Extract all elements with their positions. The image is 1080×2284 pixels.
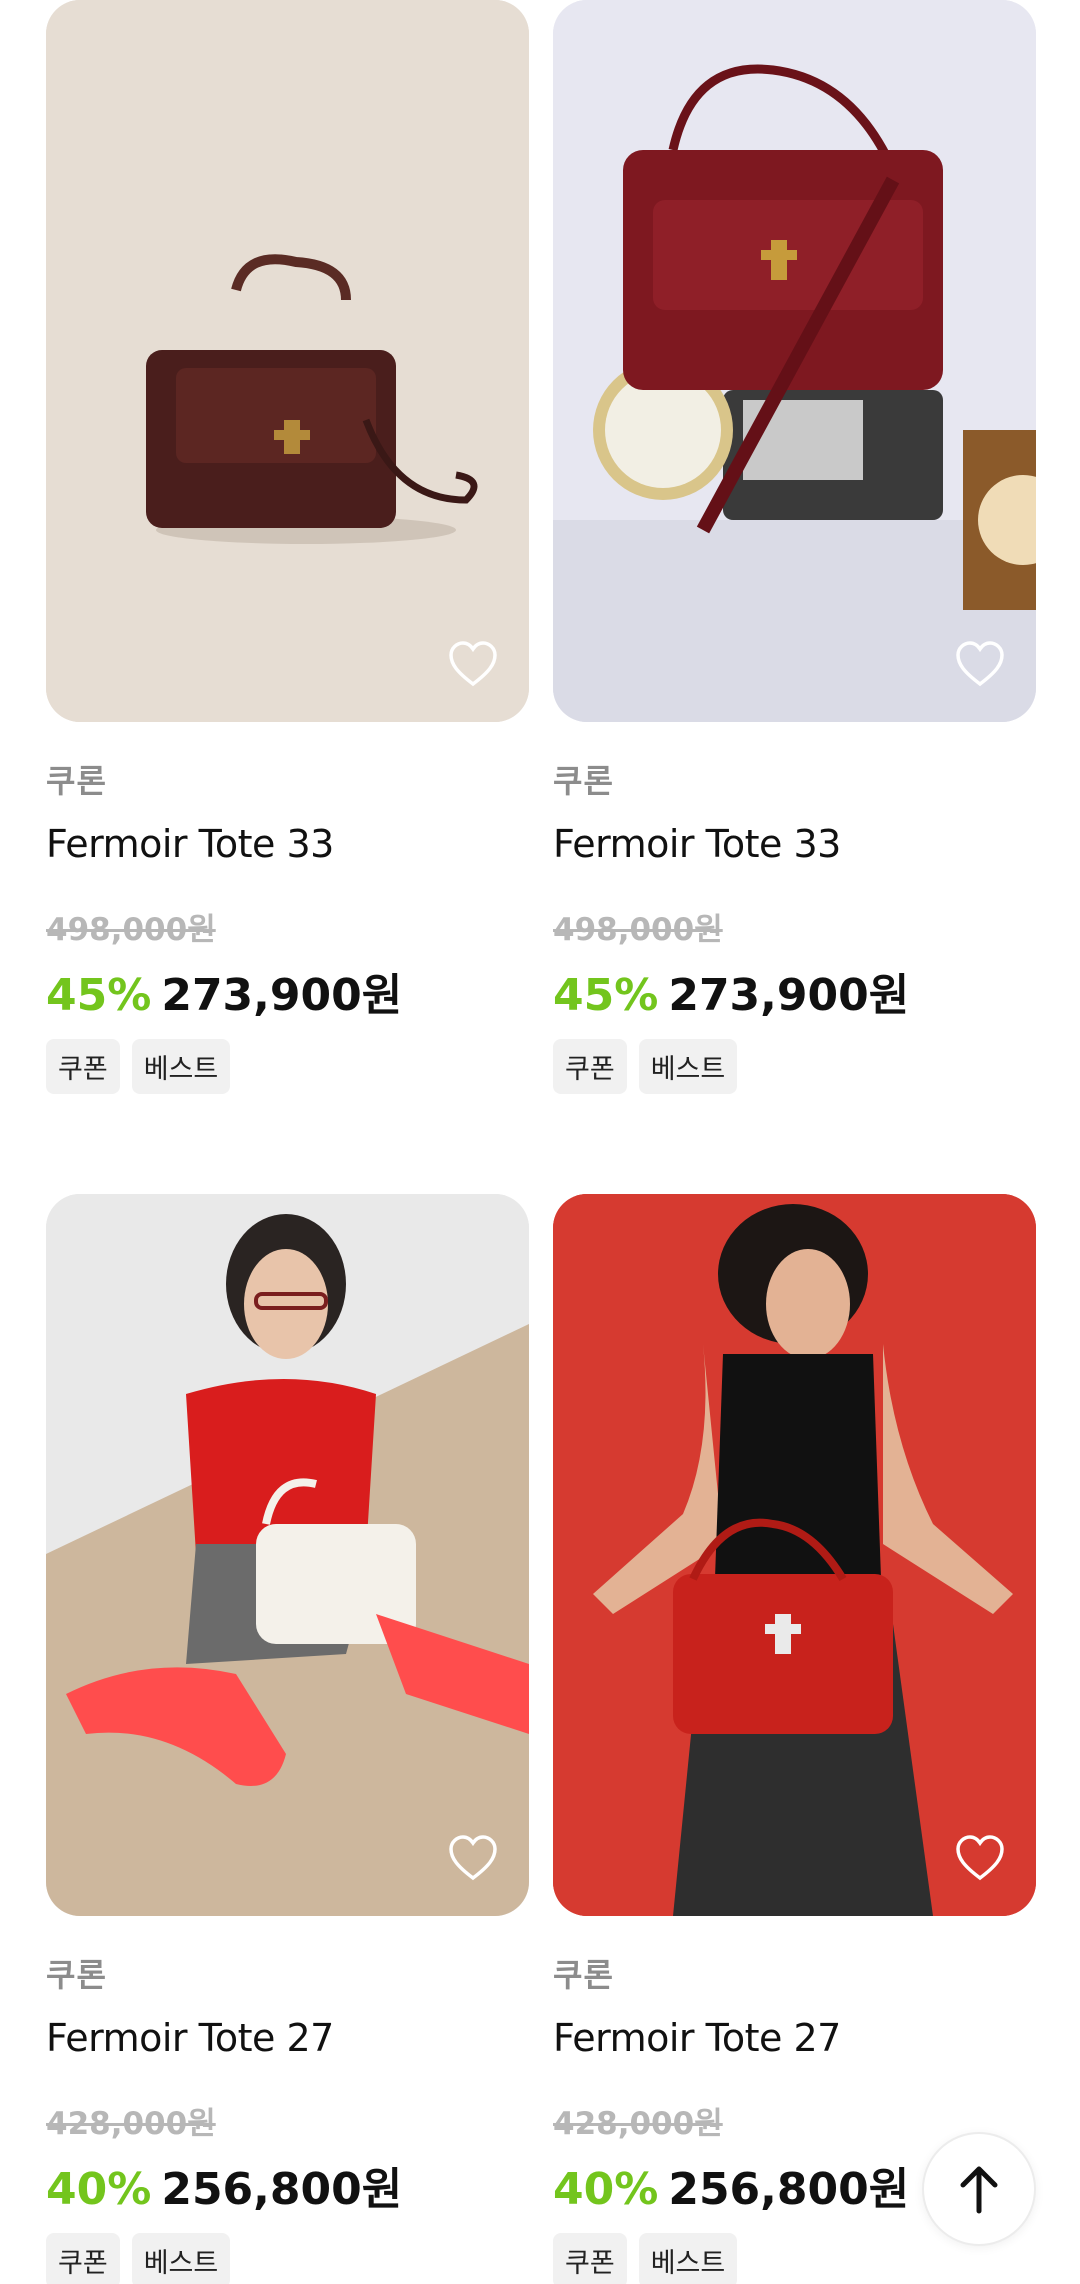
product-card[interactable]: 쿠론 Fermoir Tote 33 498,000원 45% 273,900원 … (46, 0, 529, 1094)
model-photo-illustration (553, 1194, 1036, 1916)
brand-name: 쿠론 (46, 762, 107, 800)
product-image[interactable] (553, 0, 1036, 722)
brand-name: 쿠론 (553, 762, 614, 800)
product-card[interactable]: 쿠론 Fermoir Tote 27 428,000원 40% 256,800원 … (46, 1194, 529, 2284)
original-price: 498,000원 (553, 912, 723, 948)
product-name[interactable]: Fermoir Tote 33 (46, 822, 529, 866)
scroll-to-top-button[interactable] (922, 2132, 1036, 2246)
product-card[interactable]: 쿠론 Fermoir Tote 27 428,000원 40% 256,800원 … (553, 1194, 1036, 2284)
wishlist-heart-icon[interactable] (447, 640, 499, 688)
discount-rate: 40% (46, 2164, 152, 2215)
best-badge: 베스트 (131, 2233, 231, 2284)
product-card[interactable]: 쿠론 Fermoir Tote 33 498,000원 45% 273,900원 … (553, 0, 1036, 1094)
sale-price: 273,900원 (161, 970, 403, 1021)
badge-list: 쿠폰 베스트 (46, 1039, 529, 1094)
badge-list: 쿠폰 베스트 (553, 1039, 1036, 1094)
brand-name: 쿠론 (553, 1956, 614, 1994)
bag-photo-illustration (46, 0, 529, 722)
wishlist-heart-icon[interactable] (954, 640, 1006, 688)
sale-price: 273,900원 (668, 970, 910, 1021)
coupon-badge: 쿠폰 (46, 1039, 120, 1094)
best-badge: 베스트 (638, 2233, 738, 2284)
wishlist-heart-icon[interactable] (954, 1834, 1006, 1882)
product-name[interactable]: Fermoir Tote 33 (553, 822, 1036, 866)
price-line: 45% 273,900원 (46, 959, 529, 1023)
original-price: 428,000원 (46, 2106, 216, 2142)
price-line: 40% 256,800원 (46, 2153, 529, 2217)
product-image[interactable] (46, 0, 529, 722)
brand-name: 쿠론 (46, 1956, 107, 1994)
bag-photo-illustration (553, 0, 1036, 722)
discount-rate: 40% (553, 2164, 659, 2215)
product-grid: 쿠론 Fermoir Tote 33 498,000원 45% 273,900원 … (46, 0, 1036, 2284)
best-badge: 베스트 (131, 1039, 231, 1094)
price-line: 45% 273,900원 (553, 959, 1036, 1023)
wishlist-heart-icon[interactable] (447, 1834, 499, 1882)
sale-price: 256,800원 (668, 2164, 910, 2215)
product-name[interactable]: Fermoir Tote 27 (553, 2016, 1036, 2060)
product-image[interactable] (46, 1194, 529, 1916)
coupon-badge: 쿠폰 (553, 1039, 627, 1094)
arrow-up-icon (960, 2166, 998, 2214)
badge-list: 쿠폰 베스트 (46, 2233, 529, 2284)
product-name[interactable]: Fermoir Tote 27 (46, 2016, 529, 2060)
coupon-badge: 쿠폰 (46, 2233, 120, 2284)
best-badge: 베스트 (638, 1039, 738, 1094)
coupon-badge: 쿠폰 (553, 2233, 627, 2284)
original-price: 498,000원 (46, 912, 216, 948)
product-image[interactable] (553, 1194, 1036, 1916)
sale-price: 256,800원 (161, 2164, 403, 2215)
model-photo-illustration (46, 1194, 529, 1916)
discount-rate: 45% (553, 970, 659, 1021)
discount-rate: 45% (46, 970, 152, 1021)
